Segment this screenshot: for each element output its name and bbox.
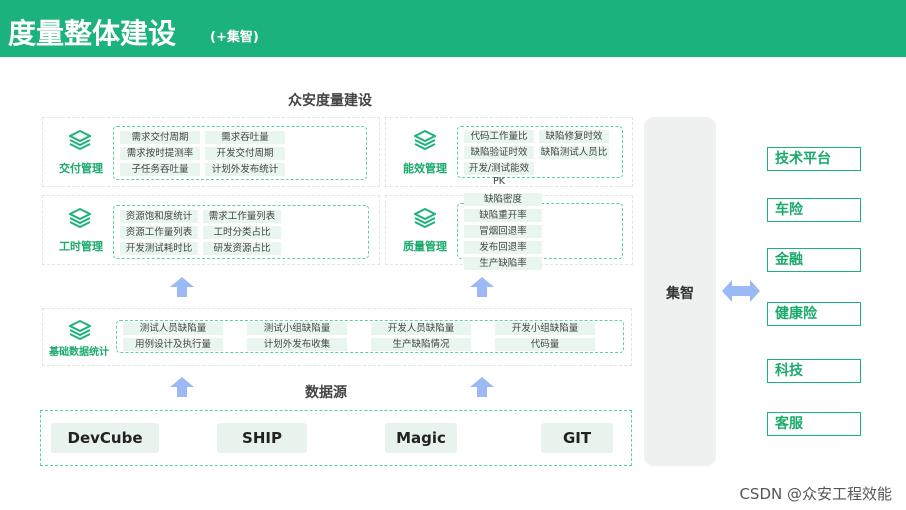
- module-label: 质量管理: [403, 240, 447, 253]
- source-ship: SHIP: [217, 423, 307, 453]
- jizhi-label: 集智: [666, 286, 694, 302]
- up-arrow-icon: [470, 277, 494, 297]
- jizhi-panel: 集智: [644, 117, 716, 466]
- data-source-title: 数据源: [305, 385, 347, 401]
- metric-chip: 开发人员缺陷量: [371, 322, 471, 335]
- layers-icon: [412, 207, 438, 229]
- source-magic: Magic: [385, 423, 457, 453]
- metric-chip: 缺陷验证时效: [464, 145, 534, 159]
- layers-icon: [67, 129, 93, 151]
- metric-chip: 用例设计及执行量: [123, 338, 223, 351]
- source-devcube: DevCube: [51, 423, 159, 453]
- layers-icon: [412, 129, 438, 151]
- up-arrow-icon: [470, 377, 494, 397]
- metrics-box: 需求交付周期 需求吞吐量 需求按时提测率 开发交付周期 子任务吞吐量 计划外发布统计: [113, 126, 367, 180]
- header-bar: 度量整体建设 (+集智): [0, 0, 906, 57]
- metric-chip: 缺陷重开率: [464, 208, 542, 222]
- target-item: 技术平台: [767, 147, 861, 171]
- data-source-panel: DevCube SHIP Magic GIT: [40, 410, 632, 466]
- metric-chip: 资源饱和度统计: [120, 209, 198, 223]
- target-item: 健康险: [767, 302, 861, 326]
- metric-chip: 生产缺陷率: [464, 256, 542, 270]
- target-item: 客服: [767, 412, 861, 436]
- metric-chip: 发布回退率: [464, 240, 542, 254]
- metric-chip: 开发小组缺陷量: [495, 322, 595, 335]
- main-title: 众安度量建设: [288, 93, 372, 109]
- metric-chip: 计划外发布收集: [247, 338, 347, 351]
- source-git: GIT: [541, 423, 613, 453]
- target-item: 车险: [767, 198, 861, 222]
- metric-chip: 缺陷测试人员比: [539, 145, 609, 159]
- metric-chip: 工时分类占比: [203, 225, 281, 239]
- metrics-box: 代码工作量比 缺陷修复时效 缺陷验证时效 缺陷测试人员比 开发/测试能效PK: [457, 126, 623, 187]
- metric-chip: 生产缺陷情况: [371, 338, 471, 351]
- up-arrow-icon: [170, 377, 194, 397]
- metric-chip: 测试人员缺陷量: [123, 322, 223, 335]
- metrics-box: 缺陷密度缺陷重开率冒烟回退率发布回退率生产缺陷率: [457, 192, 623, 270]
- metric-chip: 需求吞吐量: [205, 130, 285, 144]
- page-title: 度量整体建设: [8, 17, 177, 50]
- layers-icon: [67, 207, 93, 229]
- metric-chip: 冒烟回退率: [464, 224, 542, 238]
- metrics-box: 测试人员缺陷量 测试小组缺陷量 开发人员缺陷量 开发小组缺陷量用例设计及执行量 计划外发…: [116, 320, 624, 353]
- target-item: 科技: [767, 359, 861, 383]
- metric-chip: 子任务吞吐量: [120, 162, 200, 176]
- metric-chip: 需求交付周期: [120, 130, 200, 144]
- metric-chip: 代码工作量比: [464, 129, 534, 143]
- bidirectional-arrow-icon: [722, 280, 760, 302]
- module-label: 工时管理: [59, 240, 103, 253]
- metrics-box: 资源饱和度统计 需求工作量列表 资源工作量列表 工时分类占比 开发测试耗时比 研发资源占比: [113, 205, 369, 259]
- metric-chip: 缺陷修复时效: [539, 129, 609, 143]
- metric-chip: 开发测试耗时比: [120, 241, 198, 255]
- metric-chip: 开发/测试能效PK: [464, 161, 534, 187]
- layers-icon: [67, 319, 93, 341]
- metric-chip: 开发交付周期: [205, 146, 285, 160]
- metric-chip: 代码量: [495, 338, 595, 351]
- target-item: 金融: [767, 248, 861, 272]
- metric-chip: 需求按时提测率: [120, 146, 200, 160]
- metric-chip: 计划外发布统计: [205, 162, 285, 176]
- up-arrow-icon: [170, 277, 194, 297]
- module-label: 能效管理: [403, 162, 447, 175]
- metric-chip: 需求工作量列表: [203, 209, 281, 223]
- module-label: 交付管理: [59, 162, 103, 175]
- watermark: CSDN @众安工程效能: [739, 485, 892, 503]
- metric-chip: 缺陷密度: [464, 192, 542, 206]
- metric-chip: 测试小组缺陷量: [247, 322, 347, 335]
- page-subtitle: (+集智): [210, 30, 259, 45]
- metric-chip: 研发资源占比: [203, 241, 281, 255]
- metric-chip: 资源工作量列表: [120, 225, 198, 239]
- module-label: 基础数据统计: [49, 347, 109, 358]
